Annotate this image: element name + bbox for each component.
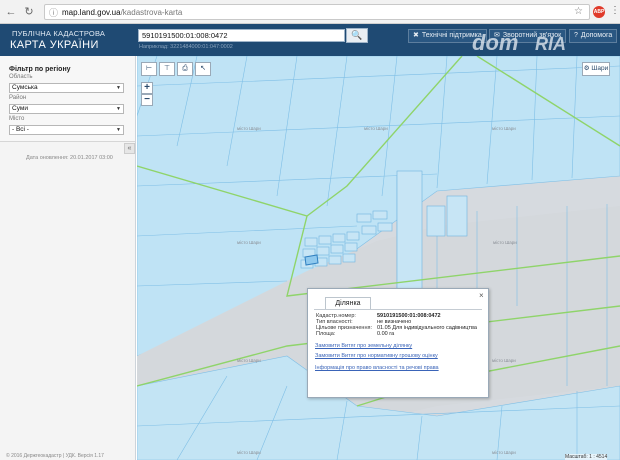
- order-extract-link[interactable]: Замовити Витяг про земельну ділянку: [315, 343, 412, 349]
- parcel-info-popup: Ділянка × Кадастр.номер: 5910191500:01:0…: [307, 288, 489, 398]
- help-icon: ?: [574, 32, 578, 39]
- ruler-icon: ⊢: [145, 65, 153, 72]
- bookmark-star-icon[interactable]: ☆: [574, 6, 583, 17]
- info-tool[interactable]: ↖: [195, 62, 211, 76]
- print-tool[interactable]: ⎙: [177, 62, 193, 76]
- gear-icon: ⚙: [583, 65, 590, 72]
- area-value: 0.00 га: [377, 331, 395, 337]
- filter-title: Фільтр по регіону: [9, 66, 71, 73]
- help-label: Допомога: [580, 32, 613, 39]
- map-label: місто Шари: [237, 240, 261, 245]
- search-button[interactable]: 🔍: [346, 28, 368, 43]
- layers-button[interactable]: ⚙ Шари: [582, 62, 610, 76]
- close-icon[interactable]: ×: [479, 291, 484, 300]
- measure-line-tool[interactable]: ⊢: [141, 62, 157, 76]
- order-valuation-link[interactable]: Замовити Витяг про нормативну грошову оц…: [315, 353, 438, 359]
- rayon-value: Суми: [12, 105, 28, 112]
- cadastral-search-input[interactable]: 5910191500:01:008:0472: [138, 29, 345, 42]
- map-label: місто Шари: [237, 450, 261, 455]
- site-logo-line2[interactable]: КАРТА УКРАЇНИ: [10, 39, 99, 51]
- rayon-select[interactable]: Суми ▼: [9, 104, 124, 114]
- site-logo-line1[interactable]: ПУБЛІЧНА КАДАСТРОВА: [12, 29, 105, 38]
- chevron-down-icon: ▼: [116, 106, 121, 112]
- measure-area-tool[interactable]: ⊤: [159, 62, 175, 76]
- ownership-info-link[interactable]: Інформація про право власності та речові…: [315, 365, 439, 371]
- chevron-down-icon: ▼: [116, 127, 121, 133]
- info-icon[interactable]: ⓘ: [49, 6, 58, 19]
- oblast-value: Сумська: [12, 84, 38, 91]
- map-label: місто Шари: [237, 358, 261, 363]
- layers-label: Шари: [591, 65, 609, 72]
- url-host: map.land.gov.ua: [62, 7, 121, 17]
- map-label: місто Шари: [492, 358, 516, 363]
- reload-icon[interactable]: ↻: [22, 5, 36, 19]
- selected-parcel[interactable]: [304, 254, 319, 266]
- rayon-label: Район: [9, 95, 27, 101]
- zoom-out-button[interactable]: −: [141, 94, 153, 106]
- map-label: місто Шари: [492, 450, 516, 455]
- area-key: Площа:: [316, 331, 336, 337]
- cadastral-map[interactable]: місто Шари місто Шари місто Шари місто Ш…: [137, 56, 620, 460]
- wrench-icon: ✖: [413, 32, 419, 39]
- chevron-down-icon: ▼: [116, 85, 121, 91]
- map-canvas[interactable]: місто Шари місто Шари місто Шари місто Ш…: [137, 56, 620, 460]
- cursor-info-icon: ↖: [200, 65, 206, 72]
- map-label: місто Шари: [237, 126, 261, 131]
- map-label: місто Шари: [493, 240, 517, 245]
- misto-value: - Всі -: [12, 126, 29, 133]
- misto-select[interactable]: - Всі - ▼: [9, 125, 124, 135]
- print-icon: ⎙: [182, 65, 188, 72]
- map-label: місто Шари: [364, 126, 388, 131]
- footer-copyright: © 2016 Держгеокадастр | УДК. Версія 1.17: [6, 453, 104, 459]
- misto-label: Місто: [9, 116, 25, 122]
- search-hint: Наприклад: 3221484000:01:047:0002: [139, 44, 233, 50]
- oblast-select[interactable]: Сумська ▼: [9, 83, 124, 93]
- help-button[interactable]: ? Допомога: [569, 29, 618, 43]
- last-updated: Дата оновлення: 20.01.2017 03:00: [26, 155, 113, 161]
- collapse-sidebar-icon[interactable]: «: [124, 143, 135, 154]
- map-label: місто Шари: [492, 126, 516, 131]
- map-scale: Масштаб: 1 : 4514: [565, 454, 608, 460]
- zoom-in-button[interactable]: +: [141, 82, 153, 94]
- watermark-dom: dom: [472, 30, 519, 55]
- oblast-label: Область: [9, 74, 33, 80]
- search-icon: 🔍: [351, 30, 363, 40]
- url-path: /kadastrova-karta: [120, 7, 183, 17]
- address-bar[interactable]: ⓘ map.land.gov.ua /kadastrova-karta ☆: [44, 4, 590, 20]
- back-icon[interactable]: ←: [4, 5, 18, 19]
- area-icon: ⊤: [163, 65, 171, 72]
- watermark-ria: RIA: [535, 34, 566, 54]
- tab-parcel[interactable]: Ділянка: [325, 297, 371, 309]
- browser-menu-icon[interactable]: ⋮: [610, 5, 620, 16]
- popup-divider: [314, 309, 482, 310]
- adblock-icon[interactable]: ABP: [593, 6, 605, 18]
